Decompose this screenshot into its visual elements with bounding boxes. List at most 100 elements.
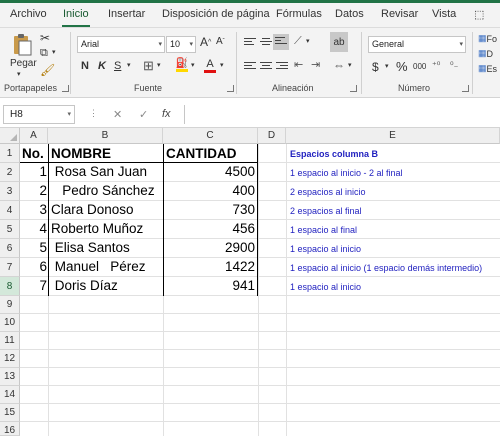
font-size-chevron-icon[interactable]: ▾	[189, 37, 193, 52]
column-header-a[interactable]: A	[20, 128, 48, 144]
tab-formulas[interactable]: Fórmulas	[276, 8, 322, 20]
tab-inicio[interactable]: Inicio	[63, 8, 89, 20]
spreadsheet-grid[interactable]: A B C D E 1 2 3 4 5 6 7 8 9 10 11 12 13 …	[0, 128, 500, 436]
alineacion-launcher-icon[interactable]	[350, 85, 357, 92]
header-cantidad[interactable]: CANTIDAD	[166, 146, 237, 161]
cell-cantidad[interactable]: 1422	[163, 259, 255, 274]
row-header[interactable]: 16	[0, 422, 20, 436]
paste-icon[interactable]	[8, 32, 36, 58]
font-size-combo[interactable]: 10 ▾	[166, 36, 196, 53]
conditional-format-button[interactable]: ▦ Fo	[478, 33, 497, 44]
cell-no[interactable]: 4	[20, 221, 47, 236]
cell-nombre[interactable]: Elisa Santos	[51, 240, 130, 255]
decrease-decimal-icon[interactable]: ⁰₋	[450, 60, 458, 71]
row-header[interactable]: 10	[0, 314, 20, 332]
header-no[interactable]: No.	[22, 146, 44, 161]
format-table-button[interactable]: ▦ D	[478, 48, 493, 59]
column-header-b[interactable]: B	[48, 128, 163, 144]
row-header[interactable]: 9	[0, 296, 20, 314]
enter-icon[interactable]: ✓	[139, 108, 148, 121]
number-format-chevron-icon[interactable]: ▾	[459, 37, 463, 52]
column-header-d[interactable]: D	[258, 128, 286, 144]
align-right-icon[interactable]	[276, 62, 288, 72]
underline-button[interactable]: S	[114, 60, 121, 72]
row-header[interactable]: 12	[0, 350, 20, 368]
tab-disposicion[interactable]: Disposición de página	[162, 8, 270, 20]
fill-color-chevron-icon[interactable]: ▾	[191, 61, 195, 69]
cell-cantidad[interactable]: 400	[163, 183, 255, 198]
bold-button[interactable]: N	[81, 60, 89, 72]
paste-button-label[interactable]: Pegar	[10, 58, 37, 69]
align-top-icon[interactable]	[244, 38, 256, 48]
underline-chevron-icon[interactable]: ▾	[127, 61, 131, 69]
font-color-chevron-icon[interactable]: ▾	[220, 61, 224, 69]
cell-cantidad[interactable]: 4500	[163, 164, 255, 179]
cell-nombre[interactable]: Doris Díaz	[51, 278, 118, 293]
cell-nombre[interactable]: Pedro Sánchez	[51, 183, 154, 198]
borders-icon[interactable]: ⊞	[143, 58, 154, 74]
cell-nota[interactable]: 1 espacio al final	[290, 225, 357, 235]
row-header-selected[interactable]: 8	[0, 277, 20, 296]
fill-color-icon[interactable]: ⛽	[175, 57, 189, 73]
tab-archivo[interactable]: Archivo	[10, 8, 47, 20]
row-header[interactable]: 1	[0, 144, 20, 163]
row-header[interactable]: 6	[0, 239, 20, 258]
cell-cantidad[interactable]: 730	[163, 202, 255, 217]
merge-chevron-icon[interactable]: ▾	[348, 61, 352, 69]
cell-nombre[interactable]: Roberto Muñoz	[51, 221, 143, 236]
font-color-icon[interactable]: A	[203, 57, 217, 73]
format-painter-icon[interactable]: 🖌	[40, 63, 55, 77]
tab-revisar[interactable]: Revisar	[381, 8, 418, 20]
select-all-corner[interactable]	[0, 128, 20, 144]
tab-datos[interactable]: Datos	[335, 8, 364, 20]
cell-nota[interactable]: 1 espacio al inicio (1 espacio demás int…	[290, 263, 482, 273]
font-name-combo[interactable]: Arial ▾	[77, 36, 165, 53]
font-name-chevron-icon[interactable]: ▾	[158, 37, 162, 52]
align-bottom-icon[interactable]	[273, 34, 289, 50]
row-header[interactable]: 7	[0, 258, 20, 277]
cell-no[interactable]: 2	[20, 183, 47, 198]
insert-function-icon[interactable]: fx	[162, 108, 171, 120]
merge-center-icon[interactable]: ⇔	[333, 58, 345, 72]
row-header[interactable]: 2	[0, 163, 20, 182]
row-header[interactable]: 13	[0, 368, 20, 386]
decrease-indent-icon[interactable]: ⇤	[294, 58, 303, 71]
orientation-chevron-icon[interactable]: ▾	[306, 37, 310, 45]
percent-button[interactable]: %	[396, 59, 408, 74]
header-nombre[interactable]: NOMBRE	[51, 146, 111, 161]
cell-nota[interactable]: 2 espacios al inicio	[290, 187, 366, 197]
borders-chevron-icon[interactable]: ▾	[157, 61, 161, 69]
tab-insertar[interactable]: Insertar	[108, 8, 145, 20]
header-espacios[interactable]: Espacios columna B	[290, 149, 378, 159]
cell-nota[interactable]: 1 espacio al inicio - 2 al final	[290, 168, 403, 178]
paste-chevron-icon[interactable]: ▾	[17, 70, 21, 78]
column-header-c[interactable]: C	[163, 128, 258, 144]
currency-button[interactable]: $	[372, 60, 379, 74]
cell-no[interactable]: 7	[20, 278, 47, 293]
copy-icon[interactable]: ⧉	[40, 47, 48, 60]
name-box[interactable]: H8 ▾	[3, 105, 75, 124]
tab-vista[interactable]: Vista	[432, 8, 456, 20]
align-left-icon[interactable]	[244, 62, 256, 72]
cell-no[interactable]: 3	[20, 202, 47, 217]
copy-chevron-icon[interactable]: ▾	[52, 48, 56, 56]
align-middle-icon[interactable]	[260, 38, 272, 48]
cell-no[interactable]: 5	[20, 240, 47, 255]
row-header[interactable]: 15	[0, 404, 20, 422]
row-header[interactable]: 11	[0, 332, 20, 350]
italic-button[interactable]: K	[98, 60, 106, 72]
portapapeles-launcher-icon[interactable]	[62, 85, 69, 92]
row-header[interactable]: 3	[0, 182, 20, 201]
row-header[interactable]: 4	[0, 201, 20, 220]
grow-font-icon[interactable]: A ^	[200, 35, 211, 49]
cell-nota[interactable]: 1 espacio al inicio	[290, 244, 361, 254]
cell-cantidad[interactable]: 456	[163, 221, 255, 236]
cell-cantidad[interactable]: 941	[163, 278, 255, 293]
numero-launcher-icon[interactable]	[462, 85, 469, 92]
cell-no[interactable]: 6	[20, 259, 47, 274]
cell-styles-button[interactable]: ▦ Es	[478, 63, 497, 74]
orientation-icon[interactable]: ⟋	[294, 35, 302, 48]
cancel-icon[interactable]: ✕	[113, 108, 122, 121]
cut-icon[interactable]: ✂	[40, 31, 50, 45]
increase-decimal-icon[interactable]: ⁺⁰	[432, 60, 440, 71]
